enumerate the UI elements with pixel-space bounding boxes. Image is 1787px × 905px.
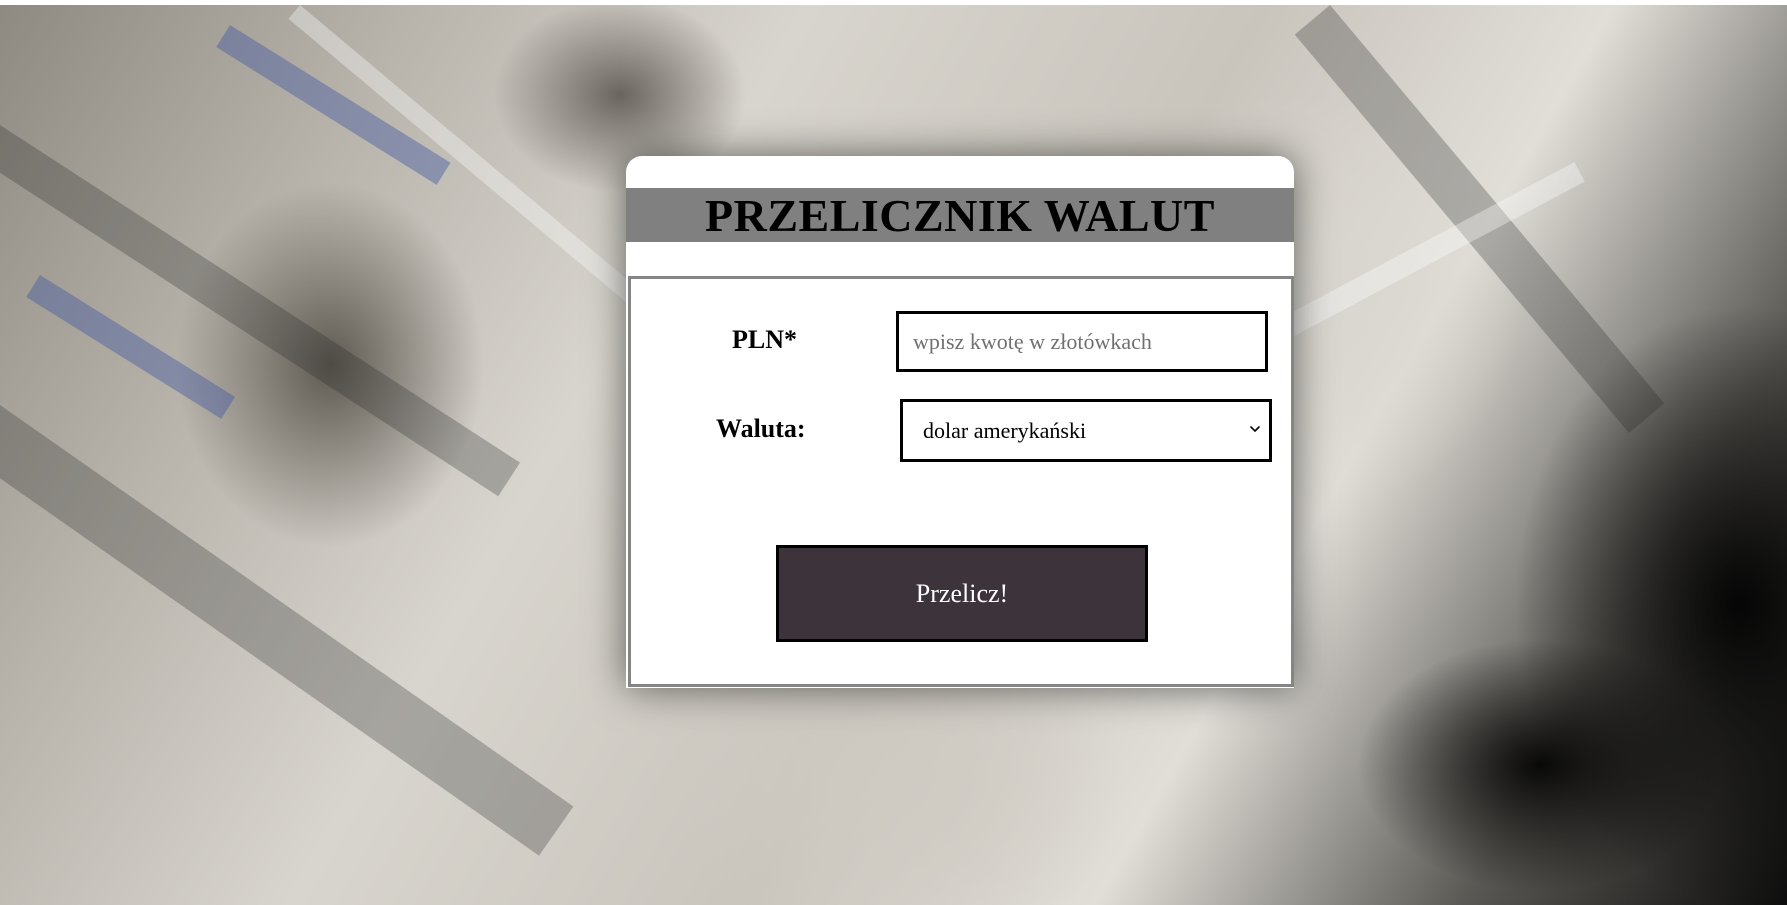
currency-select[interactable]: dolar amerykański (900, 399, 1272, 462)
page-title: PRZELICZNIK WALUT (705, 190, 1215, 241)
chevron-down-icon (1250, 426, 1260, 432)
converter-panel: PRZELICZNIK WALUT PLN* Waluta: dolar ame… (626, 156, 1294, 688)
pln-amount-input[interactable] (896, 311, 1268, 372)
convert-button[interactable]: Przelicz! (776, 545, 1148, 642)
converter-form: PLN* Waluta: dolar amerykański Przelicz! (628, 276, 1294, 687)
page: PRZELICZNIK WALUT PLN* Waluta: dolar ame… (0, 0, 1787, 905)
currency-label: Waluta: (716, 414, 806, 443)
currency-selected-value: dolar amerykański (923, 418, 1087, 443)
title-bar: PRZELICZNIK WALUT (626, 188, 1294, 242)
pln-label: PLN* (732, 325, 797, 354)
